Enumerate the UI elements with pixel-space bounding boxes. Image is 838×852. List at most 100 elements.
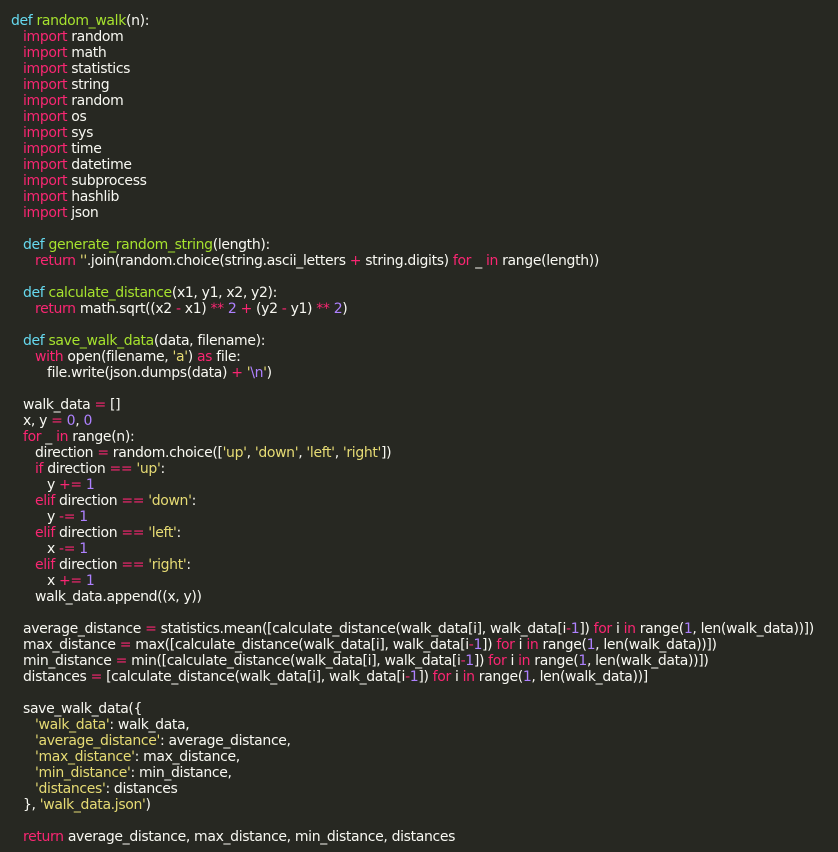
code-token: import xyxy=(23,173,68,189)
code-line: walk_data = [] xyxy=(11,397,838,413)
code-token: == xyxy=(121,525,145,541)
code-token: elif xyxy=(35,493,55,509)
code-token: range(length)) xyxy=(498,253,599,269)
code-token: open(filename, xyxy=(63,349,173,365)
code-token: ** xyxy=(210,301,224,317)
code-token: = xyxy=(94,397,107,413)
code-token: if xyxy=(35,461,44,477)
code-token: random xyxy=(67,29,124,45)
code-token: def xyxy=(23,333,49,349)
code-token: min_distance xyxy=(23,653,116,669)
code-token: sys xyxy=(67,125,94,141)
code-token: _ xyxy=(41,429,57,445)
code-token: 'walk_data' xyxy=(35,717,110,733)
code-token: 1 xyxy=(85,477,95,493)
code-token: , xyxy=(246,445,255,461)
code-line: for _ in range(n): xyxy=(11,429,838,445)
code-token: direction xyxy=(35,445,98,461)
code-line: return math.sqrt((x2 - x1) ** 2 + (y2 - … xyxy=(11,301,838,317)
code-line: 'max_distance': max_distance, xyxy=(11,749,838,765)
code-line: direction = random.choice(['up', 'down',… xyxy=(11,445,838,461)
code-token: += xyxy=(59,573,82,589)
code-line: return average_distance, max_distance, m… xyxy=(11,829,838,845)
code-line: average_distance = statistics.mean([calc… xyxy=(11,621,838,637)
code-token: -= xyxy=(59,509,76,525)
code-line: file.write(json.dumps(data) + '\n') xyxy=(11,365,838,381)
code-token: 1 xyxy=(85,573,95,589)
code-token: as xyxy=(196,349,213,365)
code-token: (y2 xyxy=(251,301,282,317)
code-token: os xyxy=(67,109,87,125)
code-token: 'down' xyxy=(254,445,299,461)
code-line: import sys xyxy=(11,125,838,141)
code-token: 'min_distance' xyxy=(35,765,131,781)
code-token: elif xyxy=(35,525,55,541)
code-line: min_distance = min([calculate_distance(w… xyxy=(11,653,838,669)
code-token: for xyxy=(593,621,613,637)
code-token: string xyxy=(67,77,110,93)
code-token: import xyxy=(23,205,68,221)
code-token: x, y xyxy=(23,413,52,429)
code-token: 'distances' xyxy=(35,781,106,797)
code-token: ]) xyxy=(381,445,392,461)
code-token: 1 xyxy=(586,637,596,653)
code-token: elif xyxy=(35,557,55,573)
code-token: x1) xyxy=(180,301,211,317)
code-line: 'min_distance': min_distance, xyxy=(11,765,838,781)
code-token: range(n): xyxy=(68,429,135,445)
code-line: def calculate_distance(x1, y1, x2, y2): xyxy=(11,285,838,301)
code-token: i xyxy=(611,621,624,637)
code-token: min([calculate_distance(walk_data[i], wa… xyxy=(127,653,461,669)
code-line: import random xyxy=(11,29,838,45)
code-line: import json xyxy=(11,205,838,221)
code-token: : average_distance, xyxy=(160,733,291,749)
code-line: x -= 1 xyxy=(11,541,838,557)
code-editor[interactable]: def random_walk(n): import random import m… xyxy=(0,0,838,852)
code-token: + xyxy=(240,301,253,317)
code-line: 'average_distance': average_distance, xyxy=(11,733,838,749)
code-token: ]) xyxy=(418,669,433,685)
code-token: 'right' xyxy=(342,445,382,461)
code-line: import math xyxy=(11,45,838,61)
code-token: : xyxy=(186,557,191,573)
code-token: range( xyxy=(635,621,684,637)
code-token: i xyxy=(514,637,527,653)
code-token: = xyxy=(145,621,157,637)
code-token: import xyxy=(23,77,68,93)
code-token: [calculate_distance(walk_data[i], walk_d… xyxy=(101,669,406,685)
code-token: return xyxy=(35,301,76,317)
code-line: y -= 1 xyxy=(11,509,838,525)
code-token: for xyxy=(452,253,472,269)
code-token: average_distance xyxy=(23,621,146,637)
code-line: def save_walk_data(data, filename): xyxy=(11,333,838,349)
code-token: random xyxy=(67,93,124,109)
code-token: 'up' xyxy=(136,461,161,477)
code-token: for xyxy=(432,669,452,685)
code-token: 'average_distance' xyxy=(35,733,161,749)
code-line: elif direction == 'left': xyxy=(11,525,838,541)
code-token: = xyxy=(90,669,103,685)
code-token: import xyxy=(23,125,68,141)
code-token: subprocess xyxy=(67,173,147,189)
code-token: (data, filename): xyxy=(153,333,266,349)
code-token: direction xyxy=(43,461,110,477)
code-line: x, y = 0, 0 xyxy=(11,413,838,429)
code-token: in xyxy=(623,621,636,637)
code-token: def xyxy=(11,13,37,29)
code-token: ** xyxy=(316,301,330,317)
code-token: 'right' xyxy=(148,557,187,573)
code-token: max([calculate_distance(walk_data[i], wa… xyxy=(131,637,469,653)
code-token: ) xyxy=(342,301,348,317)
code-token: 2 xyxy=(333,301,343,317)
code-token: return xyxy=(35,253,76,269)
code-token: (n): xyxy=(125,13,150,29)
code-token: def xyxy=(23,285,49,301)
code-token: , len(walk_data))]) xyxy=(692,621,814,637)
code-token: .join(random.choice(string.ascii_letters xyxy=(86,253,350,269)
